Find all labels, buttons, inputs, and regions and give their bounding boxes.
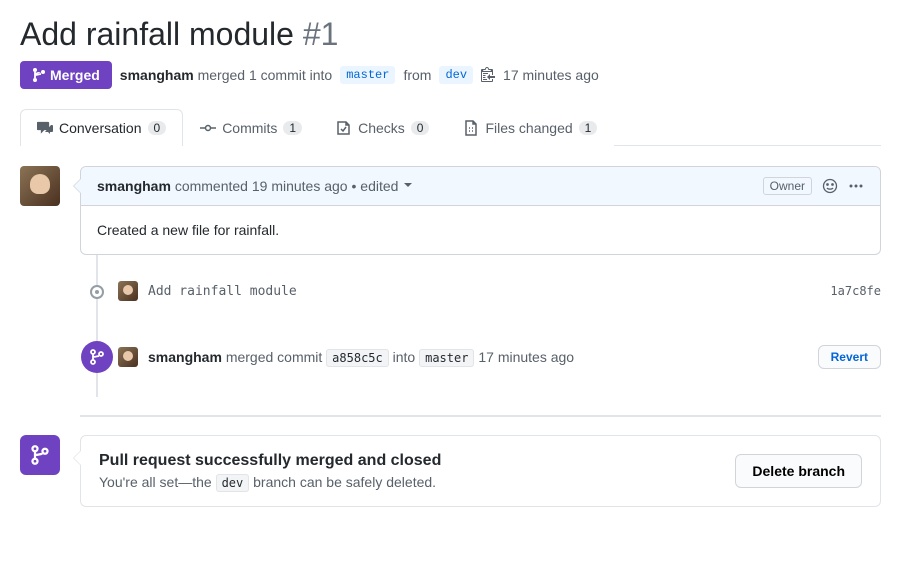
emoji-reaction-icon[interactable] [822,178,838,194]
merge-actor[interactable]: smangham [120,67,194,83]
comment-header-left: smangham commented 19 minutes ago • edit… [97,178,412,194]
closed-sub-before: You're all set—the [99,474,216,490]
git-merge-icon [32,67,46,83]
merged-state-label: Merged [50,67,100,83]
comment-author[interactable]: smangham [97,178,171,194]
tab-files-count: 1 [579,121,598,135]
tab-checks[interactable]: Checks 0 [319,109,446,146]
merged-closed-box: Pull request successfully merged and clo… [80,435,881,507]
merge-time: 17 minutes ago [503,67,599,83]
merge-meta-text: smangham merged 1 commit into [120,67,332,83]
tab-conversation-label: Conversation [59,120,142,136]
tab-commits[interactable]: Commits 1 [183,109,319,146]
merge-event-row: smangham merged commit a858c5c into mast… [118,337,881,377]
pr-title: Add rainfall module #1 [20,16,881,53]
tab-checks-label: Checks [358,120,405,136]
comment-body: Created a new file for rainfall. [81,206,880,254]
tab-commits-count: 1 [283,121,302,135]
comment-author-avatar[interactable] [20,166,60,206]
timeline-divider [80,415,881,417]
commit-sha[interactable]: 1a7c8fe [830,284,881,298]
merge-event-actor[interactable]: smangham [148,349,222,365]
git-merge-icon [89,349,105,365]
merged-closed-text: Pull request successfully merged and clo… [99,452,441,490]
tab-commits-label: Commits [222,120,277,136]
commit-message[interactable]: Add rainfall module [148,284,297,299]
comment-action: commented [175,178,248,194]
closed-sub-after: branch can be safely deleted. [249,474,436,490]
pr-tabs: Conversation 0 Commits 1 Checks 0 Files … [20,109,881,146]
tab-files-label: Files changed [485,120,572,136]
pr-meta-row: Merged smangham merged 1 commit into mas… [20,61,881,89]
tab-files[interactable]: Files changed 1 [446,109,614,146]
pr-number: #1 [303,16,339,52]
delete-branch-button[interactable]: Delete branch [735,454,862,488]
comment-header-right: Owner [763,177,864,195]
commit-row: Add rainfall module 1a7c8fe [118,275,881,307]
target-branch-chip[interactable]: master [340,66,395,84]
comment-box: smangham commented 19 minutes ago • edit… [80,166,881,255]
commit-dot-icon [90,285,104,299]
merge-commit-sha[interactable]: a858c5c [326,349,389,367]
merge-action: merged 1 commit into [198,67,333,83]
kebab-menu-icon[interactable] [848,178,864,194]
merge-event-text: smangham merged commit a858c5c into mast… [148,349,574,365]
edited-caret-icon[interactable] [404,183,412,191]
merged-state-badge: Merged [20,61,112,89]
comment-edited-sep: • [351,178,356,194]
merged-closed-badge [20,435,60,475]
owner-badge: Owner [763,177,812,195]
revert-button[interactable]: Revert [818,345,881,369]
merged-closed-subtitle: You're all set—the dev branch can be saf… [99,474,441,490]
comment-time[interactable]: 19 minutes ago [252,178,348,194]
merge-actor-avatar[interactable] [118,347,138,367]
commit-author-avatar[interactable] [118,281,138,301]
commits-icon [200,120,216,136]
pr-title-text: Add rainfall module [20,16,294,52]
tab-conversation[interactable]: Conversation 0 [20,109,183,146]
closed-branch-chip: dev [216,474,250,492]
merged-closed-title: Pull request successfully merged and clo… [99,452,441,470]
merge-event-text1: merged commit [226,349,322,365]
tab-checks-count: 0 [411,121,430,135]
merge-target-branch[interactable]: master [419,349,474,367]
merged-closed-row: Pull request successfully merged and clo… [20,435,881,507]
from-word: from [403,67,431,83]
merge-event-text2: into [393,349,416,365]
timeline-line: Add rainfall module 1a7c8fe smangham mer… [96,255,881,397]
copy-branch-icon[interactable] [481,67,495,83]
files-icon [463,120,479,136]
merge-event-time[interactable]: 17 minutes ago [478,349,574,365]
comment-header: smangham commented 19 minutes ago • edit… [81,167,880,206]
checks-icon [336,120,352,136]
timeline: smangham commented 19 minutes ago • edit… [80,166,881,397]
git-merge-icon [30,444,50,466]
conversation-icon [37,120,53,136]
comment-edited[interactable]: edited [360,178,398,194]
merge-event-badge [81,341,113,373]
source-branch-chip[interactable]: dev [439,66,473,84]
tab-conversation-count: 0 [148,121,167,135]
